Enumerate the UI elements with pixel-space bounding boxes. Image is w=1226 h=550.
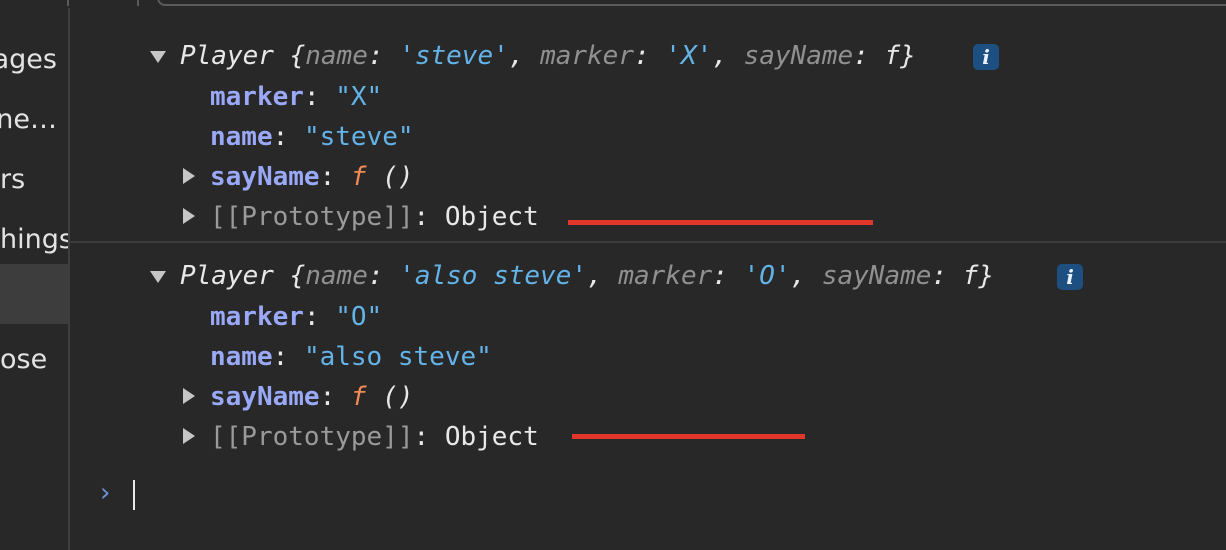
expand-arrow-icon[interactable]	[183, 428, 195, 444]
sidebar-item-messages[interactable]: ages	[0, 30, 68, 90]
property-key: name	[210, 122, 273, 152]
collapse-arrow-icon[interactable]	[150, 271, 166, 283]
toolbar-divider	[67, 0, 69, 6]
preview-key: name	[305, 261, 368, 291]
prototype-row[interactable]: [[Prototype]]: Object	[210, 417, 539, 457]
object-preview[interactable]: Player {name: 'also steve', marker: 'O',…	[180, 256, 994, 296]
sidebar-item-label: rs	[0, 164, 26, 195]
sidebar-item-label: ne…	[0, 104, 57, 135]
preview-value: 'also steve'	[399, 261, 588, 291]
sidebar-item-info[interactable]	[0, 264, 68, 324]
preview-value: 'O'	[743, 261, 791, 291]
filter-input-edge[interactable]	[157, 0, 1226, 6]
sidebar-item-warnings[interactable]: hings	[0, 210, 68, 270]
preview-key: marker	[540, 41, 634, 71]
prototype-row[interactable]: [[Prototype]]: Object	[210, 197, 539, 237]
function-signature: ()	[382, 162, 414, 192]
property-key: sayName	[210, 162, 320, 192]
info-icon[interactable]: i	[973, 44, 999, 70]
prototype-key: [[Prototype]]	[210, 202, 414, 232]
preview-key: name	[305, 41, 368, 71]
class-name: Player	[180, 41, 274, 71]
property-key: marker	[210, 302, 304, 332]
prototype-key: [[Prototype]]	[210, 422, 414, 452]
property-row: marker: "O"	[210, 302, 383, 332]
prototype-value: Object	[444, 422, 539, 452]
annotation-underline	[568, 220, 873, 225]
preview-value: f	[884, 41, 901, 71]
console-prompt-icon: ›	[100, 478, 111, 508]
preview-value: f	[962, 261, 979, 291]
sidebar-item-errors[interactable]: rs	[0, 150, 68, 210]
sidebar-item-verbose[interactable]: ose	[0, 330, 68, 390]
class-name: Player	[180, 261, 274, 291]
collapse-arrow-icon[interactable]	[150, 51, 166, 63]
toolbar-divider	[137, 0, 139, 6]
preview-value: 'steve'	[399, 41, 509, 71]
property-value: "steve"	[303, 122, 414, 152]
expand-arrow-icon[interactable]	[183, 168, 195, 184]
property-row: name: "also steve"	[210, 342, 492, 372]
expand-arrow-icon[interactable]	[183, 388, 195, 404]
preview-key: marker	[618, 261, 713, 291]
property-key: name	[210, 342, 273, 372]
info-icon[interactable]: i	[1057, 264, 1083, 290]
property-key: sayName	[210, 382, 320, 412]
annotation-underline	[572, 434, 805, 439]
property-value: "O"	[335, 302, 383, 332]
property-row[interactable]: sayName: f ()	[210, 157, 414, 197]
function-keyword: f	[350, 382, 367, 412]
object-preview[interactable]: Player {name: 'steve', marker: 'X', sayN…	[180, 36, 916, 76]
property-value: "also steve"	[303, 342, 492, 372]
sidebar-item-label: ose	[0, 344, 48, 375]
entry-divider	[70, 241, 1226, 243]
property-row: marker: "X"	[210, 82, 383, 112]
top-toolbar-edge	[0, 0, 1226, 8]
property-row[interactable]: sayName: f ()	[210, 377, 414, 417]
preview-key: sayName	[743, 41, 854, 71]
function-keyword: f	[350, 162, 367, 192]
property-key: marker	[210, 82, 304, 112]
expand-arrow-icon[interactable]	[183, 208, 195, 224]
console-sidebar: ages ne… rs hings ose	[0, 8, 70, 550]
preview-key: sayName	[821, 261, 932, 291]
property-row: name: "steve"	[210, 122, 414, 152]
console-input-caret[interactable]	[133, 480, 135, 510]
preview-value: 'X'	[665, 41, 713, 71]
sidebar-item-user-messages[interactable]: ne…	[0, 90, 68, 150]
sidebar-item-label: ages	[0, 44, 57, 75]
sidebar-item-label: hings	[0, 224, 68, 255]
function-signature: ()	[382, 382, 414, 412]
prototype-value: Object	[444, 202, 539, 232]
property-value: "X"	[335, 82, 383, 112]
